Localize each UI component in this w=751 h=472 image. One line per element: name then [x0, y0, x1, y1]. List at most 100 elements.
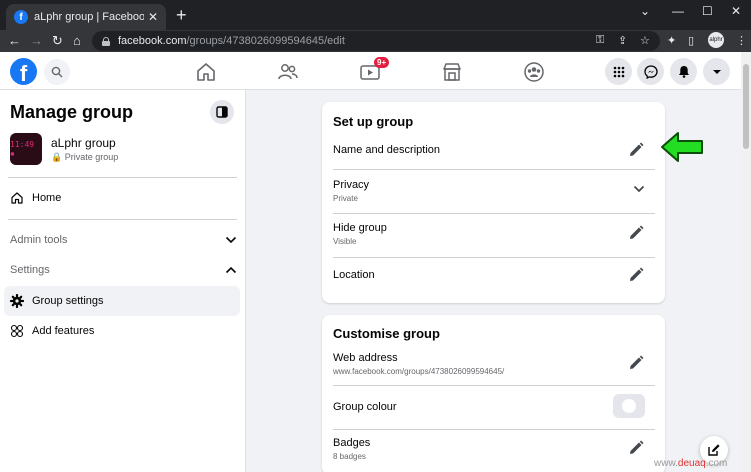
watermark: www.deuaq.com: [654, 458, 727, 469]
extensions-icon[interactable]: ✦: [667, 34, 676, 47]
address-bar[interactable]: facebook.com/groups/4738026099594645/edi…: [92, 31, 660, 51]
pencil-icon[interactable]: [627, 266, 645, 284]
row-location[interactable]: Location: [333, 266, 655, 284]
notifications-button[interactable]: [670, 58, 697, 85]
key-icon[interactable]: ⚿: [596, 34, 604, 47]
card-title: Customise group: [333, 326, 440, 341]
row-label: Name and description: [333, 144, 441, 156]
group-colour-swatch[interactable]: [613, 394, 645, 418]
colour-dot: [622, 399, 636, 413]
bell-icon: [678, 66, 689, 78]
group-privacy-label: Private group: [64, 152, 119, 162]
chevron-down-icon[interactable]: [633, 185, 645, 193]
new-tab-button[interactable]: +: [176, 6, 187, 24]
scrollbar-thumb[interactable]: [743, 64, 749, 149]
green-arrow-icon: [661, 132, 703, 162]
browser-tab-bar: f aLphr group | Facebook ✕ + ⌄ — ☐ ✕: [0, 0, 751, 30]
group-name[interactable]: aLphr group: [51, 136, 116, 150]
row-web-address[interactable]: Web address www.facebook.com/groups/4738…: [333, 352, 655, 376]
row-label: Privacy: [333, 179, 370, 191]
watermark-suffix: .com: [705, 458, 728, 469]
row-label: Group colour: [333, 401, 397, 413]
sidebar-section-settings[interactable]: Settings: [10, 264, 237, 276]
row-name-description[interactable]: Name and description: [333, 141, 655, 159]
caret-down-icon: [712, 69, 721, 74]
search-button[interactable]: [44, 59, 70, 85]
facebook-logo-icon[interactable]: f: [10, 58, 37, 85]
pencil-icon[interactable]: [627, 141, 645, 159]
profile-avatar[interactable]: alphr: [708, 32, 724, 48]
bookmark-star-icon[interactable]: ☆: [640, 34, 650, 47]
grid-icon: [613, 66, 624, 77]
browser-tab[interactable]: f aLphr group | Facebook ✕: [6, 4, 166, 30]
row-label: Web address: [333, 352, 398, 364]
row-badges[interactable]: Badges 8 badges: [333, 437, 655, 461]
sidebar-item-label: Home: [32, 192, 62, 204]
sidebar-divider: [8, 219, 237, 220]
home-icon: [10, 191, 24, 205]
sidebar-section-admin-tools[interactable]: Admin tools: [10, 234, 237, 246]
watermark-brand: deuaq: [677, 458, 706, 469]
tab-title: aLphr group | Facebook: [34, 11, 144, 23]
sidebar-item-add-features[interactable]: Add features: [4, 316, 240, 346]
marketplace-nav-icon[interactable]: [441, 61, 463, 83]
friends-nav-icon[interactable]: [277, 61, 299, 83]
row-group-colour[interactable]: Group colour: [333, 394, 655, 418]
page-scrollbar[interactable]: [741, 52, 751, 472]
minimize-icon[interactable]: —: [672, 4, 684, 18]
search-icon: [51, 66, 63, 78]
group-avatar[interactable]: 11:49 ▪: [10, 133, 42, 165]
home-nav-icon[interactable]: [195, 61, 217, 83]
reload-icon[interactable]: ↻: [52, 33, 63, 49]
customise-group-card: Customise group Web address www.facebook…: [322, 315, 665, 472]
row-label: Location: [333, 269, 375, 281]
sidebar-toggle-icon: [216, 106, 228, 118]
row-divider: [333, 429, 655, 430]
row-value: Visible: [333, 237, 357, 246]
row-divider: [333, 257, 655, 258]
watermark-prefix: www.: [654, 458, 678, 469]
menu-grid-button[interactable]: [605, 58, 632, 85]
lock-icon: 🔒: [51, 152, 63, 162]
pencil-icon[interactable]: [627, 224, 645, 242]
collapse-sidebar-button[interactable]: [210, 100, 234, 124]
row-hide-group[interactable]: Hide group Visible: [333, 222, 655, 246]
pencil-icon[interactable]: [627, 354, 645, 372]
forward-icon[interactable]: →: [30, 33, 43, 49]
row-divider: [333, 169, 655, 170]
close-window-icon[interactable]: ✕: [731, 4, 741, 18]
maximize-icon[interactable]: ☐: [702, 4, 713, 18]
browser-toolbar: ← → ↻ ⌂ facebook.com/groups/473802609959…: [0, 30, 751, 52]
sidebar-item-home[interactable]: Home: [4, 183, 240, 213]
pencil-icon[interactable]: [627, 439, 645, 457]
row-value: www.facebook.com/groups/4738026099594645…: [333, 367, 505, 376]
share-icon[interactable]: ⇪: [618, 34, 627, 47]
browser-menu-icon[interactable]: ⋮: [736, 34, 747, 47]
tab-close-icon[interactable]: ✕: [148, 10, 158, 24]
gear-icon: [10, 294, 24, 308]
account-menu-button[interactable]: [703, 58, 730, 85]
groups-nav-icon[interactable]: [523, 61, 545, 83]
notification-badge: 9+: [374, 57, 390, 68]
messenger-icon: [643, 64, 658, 79]
row-value: Private: [333, 194, 358, 203]
row-privacy[interactable]: Privacy Private: [333, 179, 655, 203]
facebook-favicon-icon: f: [14, 10, 28, 24]
back-icon[interactable]: ←: [8, 33, 21, 49]
row-label: Badges: [333, 437, 371, 449]
compose-icon: [708, 444, 720, 456]
section-label: Admin tools: [10, 234, 68, 246]
messenger-button[interactable]: [637, 58, 664, 85]
row-divider: [333, 385, 655, 386]
home-browser-icon[interactable]: ⌂: [73, 33, 81, 49]
lock-icon: [102, 36, 110, 46]
section-label: Settings: [10, 264, 50, 276]
reading-list-icon[interactable]: ▯: [688, 34, 694, 47]
row-label: Hide group: [333, 222, 387, 234]
url-path: /groups/4738026099594645/edit: [186, 35, 345, 47]
tab-search-chevron-icon[interactable]: ⌄: [640, 4, 650, 18]
sidebar-item-group-settings[interactable]: Group settings: [4, 286, 240, 316]
sidebar-title: Manage group: [10, 102, 134, 122]
manage-group-sidebar: Manage group 11:49 ▪ aLphr group 🔒 Priva…: [0, 90, 246, 472]
facebook-header: f 9+: [0, 52, 741, 90]
